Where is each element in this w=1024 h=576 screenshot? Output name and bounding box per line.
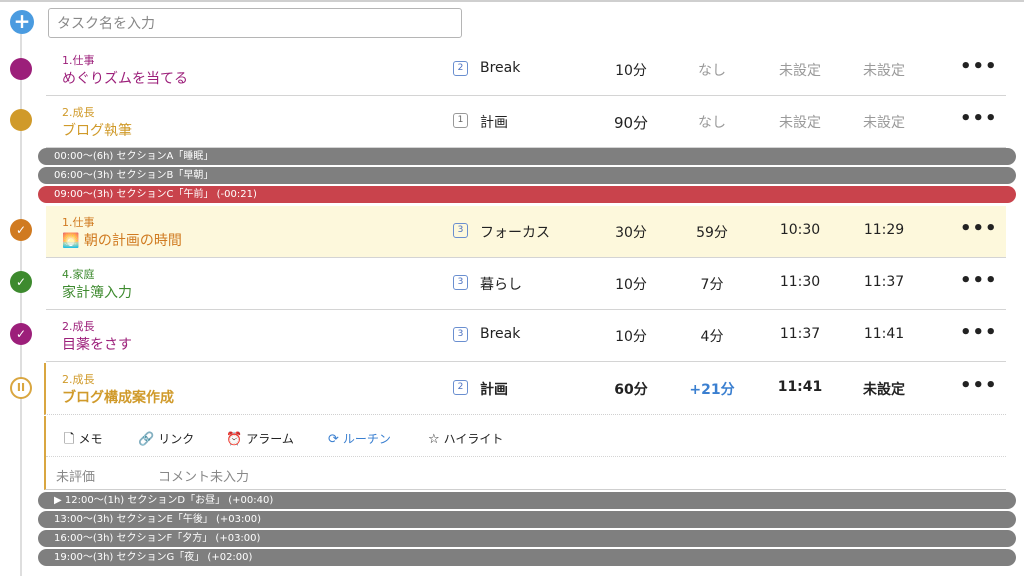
task-category: 2.成長 bbox=[62, 106, 95, 119]
task-status-dot[interactable] bbox=[10, 58, 32, 80]
task-estimate[interactable]: 60分 bbox=[596, 379, 666, 399]
task-row[interactable]: 2.成長 目薬をさす 3 Break 10分 4分 11:37 11:41 ••… bbox=[46, 310, 1006, 362]
task-estimate[interactable]: 10分 bbox=[596, 326, 666, 346]
task-start[interactable]: 未設定 bbox=[764, 60, 836, 80]
priority-badge: 3 bbox=[453, 223, 468, 238]
section-bar[interactable]: ▶ 12:00〜(1h) セクションD「お昼」 (+00:40) bbox=[38, 492, 1016, 509]
task-category: 4.家庭 bbox=[62, 268, 95, 281]
task-mode[interactable]: 暮らし bbox=[480, 274, 522, 294]
task-estimate[interactable]: 10分 bbox=[596, 274, 666, 294]
star-icon: ☆ bbox=[428, 432, 440, 447]
task-overtime: +21分 bbox=[689, 382, 735, 398]
task-end[interactable]: 11:37 bbox=[848, 274, 920, 290]
task-row[interactable]: 4.家庭 家計簿入力 3 暮らし 10分 7分 11:30 11:37 ••• bbox=[46, 258, 1006, 310]
alarm-label: アラーム bbox=[246, 432, 294, 446]
more-menu-icon[interactable]: ••• bbox=[960, 322, 998, 343]
check-icon[interactable]: ✓ bbox=[10, 323, 32, 345]
task-actual: 7分 bbox=[700, 277, 724, 293]
task-end[interactable]: 11:29 bbox=[848, 222, 920, 238]
task-title[interactable]: 🌅 朝の計画の時間 bbox=[62, 230, 182, 250]
task-row[interactable]: 1.仕事 めぐりズムを当てる 2 Break 10分 なし 未設定 未設定 ••… bbox=[46, 44, 1006, 96]
task-title[interactable]: ブログ構成案作成 bbox=[62, 387, 174, 407]
task-category: 1.仕事 bbox=[62, 54, 95, 67]
task-mode[interactable]: 計画 bbox=[480, 379, 508, 399]
priority-badge: 2 bbox=[453, 61, 468, 76]
task-actual: 4分 bbox=[700, 329, 724, 345]
section-bar[interactable]: 00:00〜(6h) セクションA「睡眠」 bbox=[38, 148, 1016, 165]
routine-label: ルーチン bbox=[342, 432, 391, 446]
task-category: 2.成長 bbox=[62, 373, 95, 386]
task-end[interactable]: 未設定 bbox=[848, 379, 920, 399]
task-start[interactable]: 11:30 bbox=[764, 274, 836, 290]
alarm-button[interactable]: ⏰ アラーム bbox=[226, 430, 294, 447]
task-title[interactable]: ブログ執筆 bbox=[62, 120, 132, 140]
task-title[interactable]: 目薬をさす bbox=[62, 334, 132, 354]
top-border bbox=[0, 0, 1024, 2]
task-end[interactable]: 未設定 bbox=[848, 112, 920, 132]
task-status-dot[interactable] bbox=[10, 109, 32, 131]
task-category: 2.成長 bbox=[62, 320, 95, 333]
task-estimate[interactable]: 30分 bbox=[596, 222, 666, 242]
check-icon[interactable]: ✓ bbox=[10, 219, 32, 241]
add-task-button[interactable]: + bbox=[10, 10, 34, 34]
memo-button[interactable]: 🗋 メモ bbox=[64, 430, 102, 452]
priority-badge: 2 bbox=[453, 380, 468, 395]
more-menu-icon[interactable]: ••• bbox=[960, 218, 998, 239]
task-start[interactable]: 未設定 bbox=[764, 112, 836, 132]
alarm-icon: ⏰ bbox=[226, 432, 243, 447]
task-category: 1.仕事 bbox=[62, 216, 95, 229]
task-end[interactable]: 未設定 bbox=[848, 60, 920, 80]
task-detail-panel: 🗋 メモ 🔗 リンク ⏰ アラーム ⟳ ルーチン ☆ ハイライト 未評価 コメント未入力 bbox=[44, 416, 1006, 490]
divider bbox=[46, 456, 1006, 457]
document-icon: 🗋 bbox=[64, 432, 75, 447]
task-title[interactable]: 家計簿入力 bbox=[62, 282, 132, 302]
task-end[interactable]: 11:41 bbox=[848, 326, 920, 342]
memo-label: メモ bbox=[78, 432, 103, 446]
task-title[interactable]: めぐりズムを当てる bbox=[62, 68, 188, 88]
link-label: リンク bbox=[158, 432, 195, 446]
comment-field[interactable]: コメント未入力 bbox=[158, 466, 249, 485]
section-bar[interactable]: 13:00〜(3h) セクションE「午後」 (+03:00) bbox=[38, 511, 1016, 528]
section-bar[interactable]: 16:00〜(3h) セクションF「夕方」 (+03:00) bbox=[38, 530, 1016, 547]
highlight-button[interactable]: ☆ ハイライト bbox=[428, 430, 503, 447]
task-start[interactable]: 11:37 bbox=[764, 326, 836, 342]
task-mode[interactable]: フォーカス bbox=[480, 222, 550, 242]
routine-button[interactable]: ⟳ ルーチン bbox=[328, 430, 391, 447]
more-menu-icon[interactable]: ••• bbox=[960, 108, 998, 129]
more-menu-icon[interactable]: ••• bbox=[960, 270, 998, 291]
task-name-input[interactable] bbox=[48, 8, 462, 38]
task-mode[interactable]: Break bbox=[480, 326, 520, 342]
task-row[interactable]: 1.仕事 🌅 朝の計画の時間 3 フォーカス 30分 59分 10:30 11:… bbox=[46, 206, 1006, 258]
task-start[interactable]: 11:41 bbox=[764, 379, 836, 395]
task-actual: なし bbox=[698, 63, 726, 79]
pause-icon[interactable]: II bbox=[10, 377, 32, 399]
check-icon[interactable]: ✓ bbox=[10, 271, 32, 293]
task-actual: なし bbox=[698, 115, 726, 131]
priority-badge: 1 bbox=[453, 113, 468, 128]
link-button[interactable]: 🔗 リンク bbox=[138, 430, 194, 447]
more-menu-icon[interactable]: ••• bbox=[960, 375, 998, 396]
task-estimate[interactable]: 10分 bbox=[596, 60, 666, 80]
task-mode[interactable]: 計画 bbox=[480, 112, 508, 132]
highlight-label: ハイライト bbox=[443, 432, 504, 446]
section-bar[interactable]: 06:00〜(3h) セクションB「早朝」 bbox=[38, 167, 1016, 184]
priority-badge: 3 bbox=[453, 327, 468, 342]
task-actual: 59分 bbox=[696, 225, 728, 241]
task-mode[interactable]: Break bbox=[480, 60, 520, 76]
priority-badge: 3 bbox=[453, 275, 468, 290]
section-bar[interactable]: 19:00〜(3h) セクションG「夜」 (+02:00) bbox=[38, 549, 1016, 566]
repeat-icon: ⟳ bbox=[328, 432, 339, 447]
task-row-running[interactable]: 2.成長 ブログ構成案作成 2 計画 60分 +21分 11:41 未設定 ••… bbox=[44, 363, 1006, 415]
link-icon: 🔗 bbox=[138, 432, 155, 447]
task-estimate[interactable]: 90分 bbox=[596, 112, 666, 133]
task-row[interactable]: 2.成長 ブログ執筆 1 計画 90分 なし 未設定 未設定 ••• bbox=[46, 96, 1006, 148]
evaluation-select[interactable]: 未評価 bbox=[56, 466, 95, 485]
more-menu-icon[interactable]: ••• bbox=[960, 56, 998, 77]
section-bar-current[interactable]: 09:00〜(3h) セクションC「午前」 (-00:21) bbox=[38, 186, 1016, 203]
task-start[interactable]: 10:30 bbox=[764, 222, 836, 238]
